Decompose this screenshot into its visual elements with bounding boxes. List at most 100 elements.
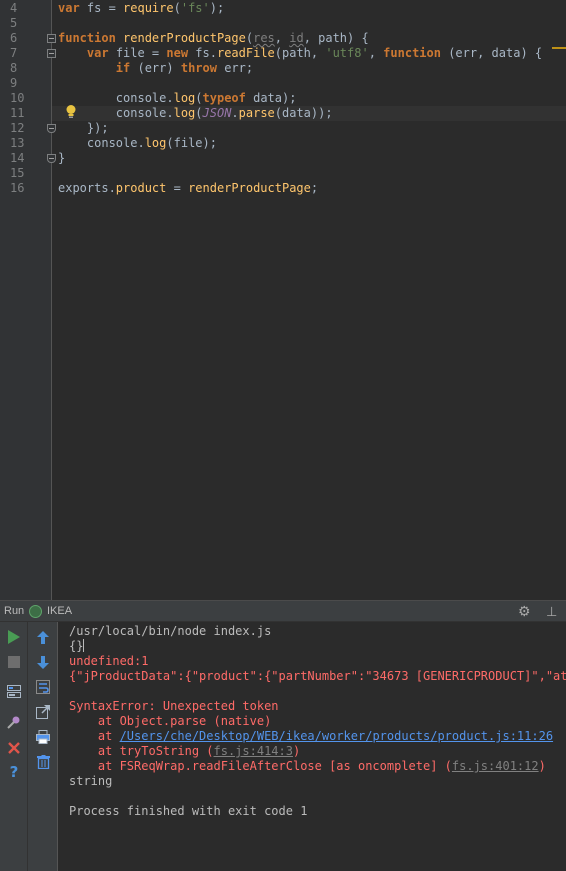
line-number: 11	[10, 106, 25, 120]
console-error-title: SyntaxError: Unexpected token	[69, 699, 279, 713]
line-number: 5	[10, 16, 18, 30]
stack-frame-file-link[interactable]: fs.js:401:12	[452, 759, 539, 773]
code-token: readFile	[216, 46, 275, 60]
gear-icon[interactable]: ⚙	[518, 603, 531, 620]
stack-frame: at Object.parse (native)	[69, 714, 272, 728]
trash-icon[interactable]	[33, 752, 53, 772]
code-token: JSON	[202, 106, 232, 120]
line-number: 13	[10, 136, 25, 150]
fold-marker[interactable]	[47, 49, 56, 58]
code-token: typeof	[202, 91, 254, 105]
code-line[interactable]: var fs = require('fs');	[58, 1, 224, 16]
line-number: 7	[10, 46, 18, 60]
scroll-down-icon[interactable]	[33, 652, 53, 672]
console-json-line: {"jProductData":{"product":{"partNumber"…	[69, 669, 566, 683]
code-token: renderProductPage	[188, 181, 311, 195]
scroll-up-icon[interactable]	[33, 627, 53, 647]
run-config-name[interactable]: IKEA	[47, 605, 72, 617]
code-token: 'utf8'	[325, 46, 369, 60]
code-token: file =	[115, 46, 167, 60]
stack-frame-suffix: )	[292, 744, 301, 758]
code-token: );	[209, 1, 225, 15]
line-number: 10	[10, 91, 25, 105]
code-token: log	[173, 106, 196, 120]
run-tool-window-header: Run IKEA ⚙ ⊥	[0, 600, 566, 622]
line-number: 12	[10, 121, 25, 135]
code-token: (path,	[274, 46, 326, 60]
fold-marker[interactable]	[47, 124, 56, 133]
code-line[interactable]: function renderProductPage(res, id, path…	[58, 31, 369, 46]
print-icon[interactable]	[33, 727, 53, 747]
line-number: 9	[10, 76, 18, 90]
code-token: parse	[238, 106, 275, 120]
stack-frame: at tryToString (fs.js:414:3)	[69, 744, 300, 759]
layout-icon[interactable]	[4, 681, 24, 701]
line-number: 8	[10, 61, 18, 75]
code-token: if	[115, 61, 138, 75]
line-number-gutter[interactable]: 4 5 6 7 8 9 10 11 12 13 14 15 16	[0, 0, 52, 600]
code-token: 'fs'	[180, 1, 210, 15]
code-token: =	[166, 181, 189, 195]
stack-frame-prefix: at tryToString (	[69, 744, 214, 758]
run-console-toolbar	[28, 622, 58, 871]
fold-marker[interactable]	[47, 34, 56, 43]
stack-frame: at FSReqWrap.readFileAfterClose [as onco…	[69, 759, 546, 774]
code-token: (file);	[166, 136, 217, 150]
code-token: var	[58, 1, 87, 15]
code-token: (data));	[274, 106, 333, 120]
stack-frame-file-link[interactable]: /Users/che/Desktop/WEB/ikea/worker/produ…	[120, 729, 553, 743]
pin-icon[interactable]: ⊥	[546, 604, 557, 620]
warning-stripe-marker[interactable]	[552, 47, 566, 49]
code-line[interactable]: exports.product = renderProductPage;	[58, 181, 318, 196]
console-typeof-output: {}	[69, 639, 84, 653]
console-exit-line: Process finished with exit code 1	[69, 804, 308, 818]
line-number: 6	[10, 31, 18, 45]
fold-marker[interactable]	[47, 154, 56, 163]
nodejs-icon	[29, 605, 42, 618]
code-line[interactable]: });	[58, 121, 109, 136]
stack-frame-file-link[interactable]: fs.js:414:3	[214, 744, 293, 758]
code-line[interactable]: var file = new fs.readFile(path, 'utf8',…	[58, 46, 542, 61]
code-token: (err, data) {	[448, 46, 543, 60]
stack-frame: at /Users/che/Desktop/WEB/ikea/worker/pr…	[69, 729, 553, 744]
code-token: ;	[310, 181, 319, 195]
console-output[interactable]: /usr/local/bin/node index.js {} undefine…	[69, 622, 566, 871]
console-output-line: string	[69, 774, 113, 788]
code-token: err;	[224, 61, 254, 75]
code-token: console.	[58, 136, 145, 150]
soft-wrap-icon[interactable]	[33, 677, 53, 697]
stack-frame-suffix: )	[538, 759, 546, 773]
pin-tab-icon[interactable]	[4, 712, 24, 732]
console-output-line: {}	[69, 639, 85, 654]
code-token: (	[173, 1, 181, 15]
stop-icon[interactable]	[4, 652, 24, 672]
run-left-toolbar: ?	[0, 622, 28, 871]
help-icon[interactable]: ?	[4, 762, 24, 782]
console-error-line: undefined:1	[69, 654, 149, 668]
code-token: res	[253, 31, 275, 45]
code-token: log	[173, 91, 196, 105]
stack-frame-prefix: at	[69, 729, 120, 743]
code-token: throw	[180, 61, 225, 75]
current-code-line[interactable]: console.log(JSON.parse(data));	[52, 106, 566, 121]
line-number: 15	[10, 166, 25, 180]
code-token: fs =	[86, 1, 124, 15]
code-line[interactable]: }	[58, 151, 65, 166]
code-token: , path) {	[303, 31, 369, 45]
code-token: var	[86, 46, 116, 60]
code-token: log	[144, 136, 167, 150]
text-caret	[83, 639, 85, 652]
code-token: (	[195, 91, 203, 105]
code-line[interactable]: console.log(typeof data);	[58, 91, 297, 106]
run-tab-label[interactable]: Run	[4, 605, 24, 617]
export-icon[interactable]	[33, 702, 53, 722]
code-editor[interactable]: 4 5 6 7 8 9 10 11 12 13 14 15 16 var fs = require('f…	[0, 0, 566, 600]
close-icon[interactable]	[4, 738, 24, 758]
code-line[interactable]: if (err) throw err;	[58, 61, 253, 76]
lightbulb-icon[interactable]	[65, 104, 77, 120]
code-token: console.	[58, 91, 174, 105]
stack-frame-prefix: at FSReqWrap.readFileAfterClose [as onco…	[69, 759, 452, 773]
rerun-icon[interactable]	[4, 627, 24, 647]
code-line[interactable]: console.log(file);	[58, 136, 217, 151]
